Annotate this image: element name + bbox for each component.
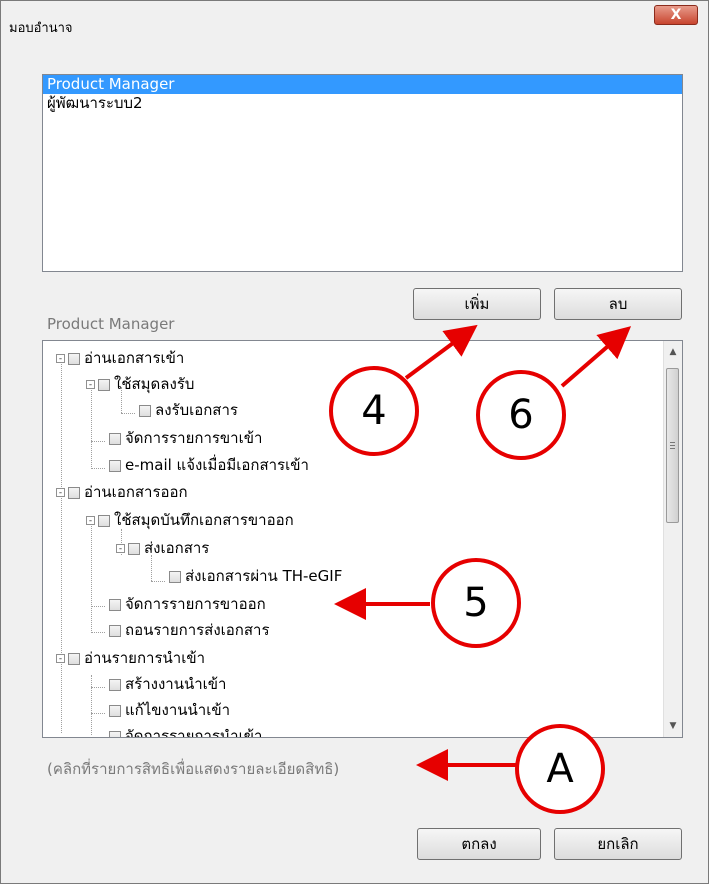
callout-a: A — [515, 724, 605, 814]
callout-6: 6 — [476, 370, 566, 460]
callout-4: 4 — [329, 366, 419, 456]
arrow-to-add-button — [404, 324, 478, 380]
arrow-to-delete-button — [560, 326, 632, 388]
callout-5: 5 — [431, 558, 521, 648]
